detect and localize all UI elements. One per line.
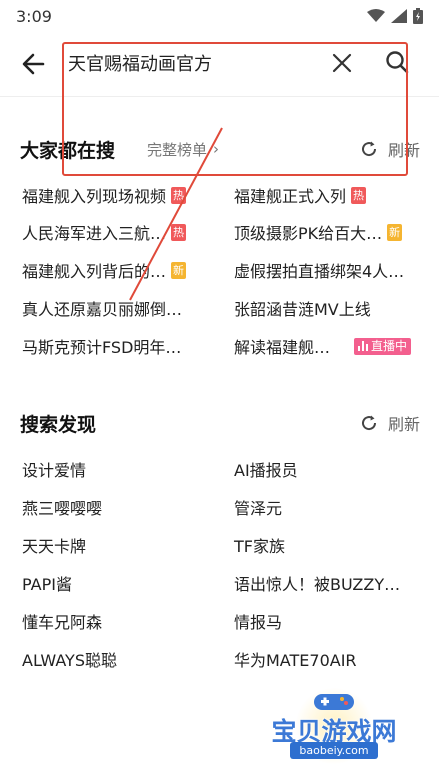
discover-title: 搜索发现 [20, 413, 97, 436]
watermark-logo: 宝贝游戏网 baobeiy.com [254, 688, 414, 770]
discover-item[interactable]: 管泽元 [234, 495, 282, 519]
discover-item[interactable]: 天天卡牌 [22, 533, 86, 557]
status-bar: 3:09 [0, 0, 439, 32]
hot-badge: 热 [351, 186, 367, 204]
annotation-box [62, 42, 408, 176]
discover-refresh-button[interactable]: 刷新 [360, 411, 420, 435]
signal-icon [391, 9, 407, 23]
discover-header: 搜索发现 刷新 [20, 408, 420, 438]
hot-item-text: 福建舰入列现场视频 [22, 187, 167, 206]
hot-badge: 热 [171, 223, 187, 241]
hot-item-text: 马斯克预计FSD明年… [22, 338, 182, 357]
discover-item[interactable]: 语出惊人！被BUZZY… [234, 571, 400, 595]
discover-item[interactable]: 懂车兄阿森 [22, 609, 102, 633]
status-icons [367, 8, 423, 24]
discover-item[interactable]: TF家族 [234, 533, 285, 557]
discover-refresh-label: 刷新 [387, 415, 420, 434]
live-bars-icon [358, 341, 369, 351]
discover-item[interactable]: ALWAYS聪聪 [22, 647, 117, 671]
discover-item[interactable]: 燕三嘤嘤嘤 [22, 495, 102, 519]
live-badge: 直播中 [354, 337, 412, 355]
hot-item[interactable]: 解读福建舰… 直播中 [234, 334, 412, 358]
status-time: 3:09 [16, 6, 52, 26]
hot-item[interactable]: 真人还原嘉贝丽娜倒… [22, 296, 182, 320]
hot-item-text: 张韶涵昔涟MV上线 [234, 300, 371, 319]
hot-item-text: 虚假摆拍直播绑架4人… [234, 262, 405, 281]
hot-item[interactable]: 顶级摄影PK给百大… 新 [234, 220, 403, 244]
hot-item-text: 解读福建舰… [234, 338, 331, 357]
hot-item-text: 真人还原嘉贝丽娜倒… [22, 300, 183, 319]
discover-item[interactable]: AI播报员 [234, 457, 298, 481]
hot-item[interactable]: 福建舰入列背后的… 新 [22, 258, 187, 282]
gamepad-icon [314, 694, 354, 710]
battery-icon [413, 8, 423, 24]
discover-item[interactable]: PAPI酱 [22, 571, 72, 595]
hot-item-text: 人民海军进入三航… [22, 224, 167, 243]
hot-item[interactable]: 马斯克预计FSD明年… [22, 334, 181, 358]
arrow-left-icon [22, 53, 45, 75]
hot-item-text: 顶级摄影PK给百大… [234, 224, 383, 243]
discover-item[interactable]: 设计爱情 [22, 457, 86, 481]
hot-badge: 热 [171, 186, 187, 204]
watermark-url: baobeiy.com [290, 742, 378, 759]
refresh-icon [362, 415, 376, 431]
hot-item[interactable]: 人民海军进入三航… 热 [22, 220, 187, 244]
hot-item[interactable]: 张韶涵昔涟MV上线 [234, 296, 371, 320]
hot-item[interactable]: 虚假摆拍直播绑架4人… [234, 258, 404, 282]
hot-item[interactable]: 福建舰入列现场视频 热 [22, 183, 187, 207]
new-badge: 新 [171, 261, 187, 279]
back-button[interactable] [20, 50, 48, 78]
discover-item[interactable]: 华为MATE70AIR [234, 647, 357, 671]
discover-item[interactable]: 情报马 [234, 609, 282, 633]
wifi-icon [367, 9, 385, 22]
live-badge-label: 直播中 [371, 338, 408, 353]
hot-item-text: 福建舰入列背后的… [22, 262, 167, 281]
hot-item[interactable]: 福建舰正式入列 热 [234, 183, 367, 207]
hot-item-text: 福建舰正式入列 [234, 187, 347, 206]
new-badge: 新 [387, 223, 403, 241]
